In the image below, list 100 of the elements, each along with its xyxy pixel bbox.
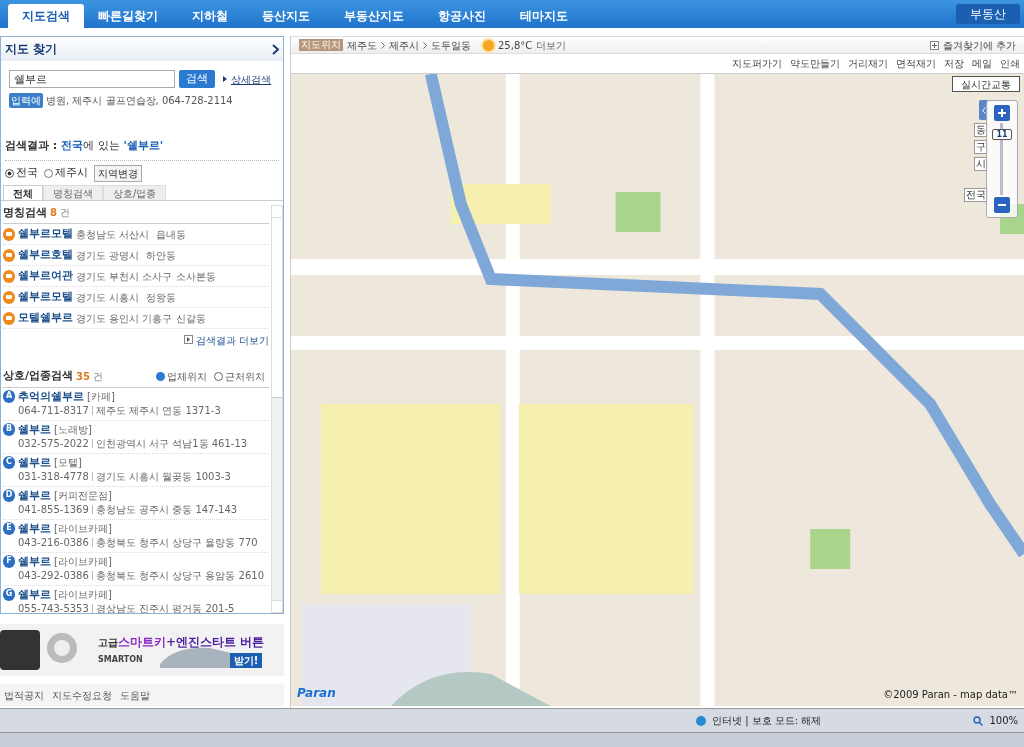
result-count: 8 (50, 206, 57, 221)
marker-pin: A (3, 389, 15, 403)
place-name-link[interactable]: 쉘부르모텔 (18, 288, 73, 306)
sun-icon (483, 39, 494, 51)
business-name-link[interactable]: 쉘부르 (18, 455, 51, 470)
count-unit: 건 (92, 369, 103, 384)
bullet-arrow-icon (223, 76, 227, 82)
real-estate-button[interactable]: 부동산 (956, 4, 1020, 24)
marker-pin: C (3, 455, 15, 469)
business-category: [노래방] (54, 422, 92, 437)
map-tool-button[interactable]: 메일 (972, 56, 992, 71)
more-results-link[interactable]: 검색결과 더보기 (195, 333, 269, 348)
region-radio[interactable]: 전국 (5, 164, 38, 182)
map-view[interactable]: 실시간교통 동 구 시 전국 11 Paran ©2009 Paran - map data™ (291, 74, 1024, 706)
breadcrumb-link[interactable]: 제주도 (347, 37, 377, 53)
zoom-track[interactable]: 11 (992, 123, 1012, 195)
zoom-in-button[interactable] (994, 105, 1010, 121)
map-tool-button[interactable]: 저장 (944, 56, 964, 71)
footer-link[interactable]: 지도수정요청 (52, 687, 112, 703)
result-tab[interactable]: 명칭검색 (43, 184, 103, 200)
business-name-link[interactable]: 쉘부르 (18, 521, 51, 536)
count-unit: 건 (59, 206, 70, 221)
map-tool-button[interactable]: 거리재기 (848, 56, 888, 71)
map-tool-button[interactable]: 인쇄 (1000, 56, 1020, 71)
breadcrumb-link[interactable]: 도두일동 (431, 37, 471, 53)
business-address: 충청남도 공주시 중동 147-143 (95, 502, 238, 517)
traffic-button[interactable]: 실시간교통 (952, 76, 1020, 92)
ad-brand: SMARTON (98, 654, 143, 666)
place-name-link[interactable]: 쉘부르모텔 (18, 225, 73, 243)
section-title: 명칭검색 (3, 204, 47, 221)
region-change-button[interactable]: 지역변경 (94, 164, 142, 182)
marker-pin: F (3, 554, 15, 568)
business-name-link[interactable]: 쉘부르 (18, 554, 51, 569)
legend-label: 업체위치 (167, 369, 207, 384)
map-tool-button[interactable]: 지도퍼가기 (732, 56, 782, 71)
map-tool-button[interactable]: 면적재기 (896, 56, 936, 71)
breadcrumb-link[interactable]: 제주시 (389, 37, 419, 53)
phone-number: 031-318-4778 (18, 469, 89, 484)
business-name-link[interactable]: 쉘부르 (18, 488, 51, 503)
phone-number: 055-743-5353 (18, 601, 89, 613)
example-badge: 입력예 (9, 93, 43, 108)
marker-pin: D (3, 488, 15, 502)
nav-tab[interactable]: 테마지도 (506, 4, 582, 28)
speech-pin-icon (3, 227, 15, 241)
chevron-right-icon[interactable] (272, 43, 279, 55)
add-favorite-link[interactable]: 즐겨찾기에 추가 (942, 37, 1016, 53)
footer-link[interactable]: 법적공지 (4, 687, 44, 703)
marker-pin: E (3, 521, 15, 535)
business-name-link[interactable]: 추억의쉘부르 (18, 389, 84, 404)
more-link[interactable]: 더보기 (536, 37, 567, 53)
phone-number: 041-855-1369 (18, 502, 89, 517)
search-field[interactable]: 쉘부르 (9, 70, 175, 88)
example-text: 병원, 제주시 골프연습장, 064-728-2114 (46, 94, 233, 108)
result-tab[interactable]: 전체 (3, 184, 43, 200)
place-name-link[interactable]: 쉘부르여관 (18, 267, 73, 285)
place-address: 경기도 용인시 기흥구 신갈동 (76, 311, 206, 326)
zoom-out-button[interactable] (994, 197, 1010, 213)
business-address: 충청북도 청주시 상당구 율량동 770 (95, 535, 258, 550)
phone-number: 043-292-0386 (18, 568, 89, 583)
business-name-link[interactable]: 쉘부르 (18, 587, 51, 602)
globe-icon (695, 715, 706, 726)
region-radio[interactable]: 제주시 (44, 164, 88, 182)
footer-link[interactable]: 도움말 (120, 687, 150, 703)
page-zoom[interactable]: 100% (989, 713, 1018, 728)
plus-icon (998, 109, 1006, 117)
section-title: 상호/업종검색 (3, 368, 74, 384)
paran-logo: Paran (297, 685, 336, 702)
place-address: 경기도 광명시 하안동 (76, 248, 176, 263)
chevron-left-icon (981, 106, 986, 114)
phone-number: 043-216-0386 (18, 535, 89, 550)
business-address: 충청북도 청주시 상당구 용암동 2610 (95, 568, 264, 583)
ad-headline: +엔진스타트 버튼 (166, 633, 265, 651)
detail-search-link[interactable]: 상세검색 (231, 71, 271, 87)
zoom-scale-label[interactable]: 전국 (964, 188, 988, 202)
business-name-link[interactable]: 쉘부르 (18, 422, 51, 437)
speech-pin-icon (3, 269, 15, 283)
zoom-thumb[interactable]: 11 (992, 129, 1012, 141)
speech-pin-icon (3, 248, 15, 262)
nav-tab[interactable]: 항공사진 (424, 4, 500, 28)
map-tool-button[interactable]: 약도만들기 (790, 56, 840, 71)
nav-tab[interactable]: 지하철 (178, 4, 242, 28)
search-button[interactable]: 검색 (179, 70, 215, 88)
nav-tab[interactable]: 지도검색 (8, 4, 84, 28)
business-address: 제주도 제주시 연동 1371-3 (95, 403, 221, 418)
place-address: 경기도 부천시 소사구 소사본동 (76, 269, 216, 284)
marker-pin: B (3, 422, 15, 436)
marker-pin: G (3, 587, 15, 601)
business-category: [모텔] (54, 455, 82, 470)
business-address: 인천광역시 서구 석남1동 461-13 (95, 436, 248, 451)
nav-tab[interactable]: 빠른길찾기 (84, 4, 172, 28)
legend-label: 근처위치 (225, 369, 265, 384)
nav-tab[interactable]: 부동산지도 (330, 4, 418, 28)
copyright: ©2009 Paran - map data™ (883, 688, 1018, 702)
nav-tab[interactable]: 등산지도 (248, 4, 324, 28)
place-name-link[interactable]: 쉘부르호텔 (18, 246, 73, 264)
result-tab[interactable]: 상호/업종 (103, 184, 167, 200)
place-name-link[interactable]: 모텔쉘부르 (18, 309, 73, 327)
minus-icon (998, 204, 1006, 206)
scrollbar[interactable] (271, 204, 283, 613)
business-category: [라이브카페] (54, 554, 112, 569)
